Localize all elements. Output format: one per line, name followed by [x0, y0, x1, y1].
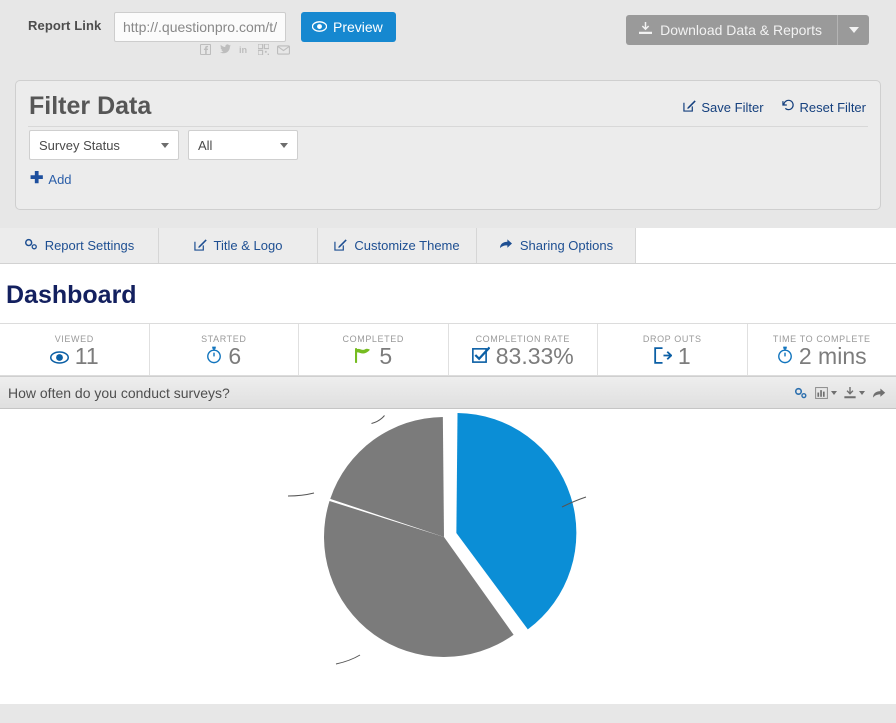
preview-button-label: Preview: [333, 19, 383, 35]
stat-viewed: VIEWED 11: [0, 324, 150, 375]
chart-bar-icon: [815, 386, 828, 399]
report-tabs: Report Settings Title & Logo Customize T…: [0, 228, 896, 264]
download-dropdown-toggle[interactable]: [838, 15, 869, 45]
qrcode-icon[interactable]: [257, 42, 270, 60]
chevron-down-icon: [859, 390, 865, 395]
download-data-reports-group: Download Data & Reports: [626, 15, 869, 45]
leader-line-quarterly: [287, 492, 315, 497]
gears-icon: [24, 238, 38, 253]
stat-time-to-complete-label: TIME TO COMPLETE: [772, 333, 871, 344]
chevron-down-icon: [831, 390, 837, 395]
page-title: Dashboard: [6, 281, 137, 309]
stat-completed: COMPLETED 5: [299, 324, 449, 375]
pencil-square-icon: [334, 238, 348, 254]
tab-report-settings-label: Report Settings: [44, 238, 135, 253]
tab-customize-theme[interactable]: Customize Theme: [318, 228, 477, 263]
svg-text:in: in: [239, 45, 248, 55]
chart-settings-button[interactable]: [794, 387, 808, 399]
download-data-reports-label: Download Data & Reports: [660, 22, 822, 38]
report-link-label: Report Link: [28, 18, 102, 33]
check-square-icon: [471, 345, 491, 368]
stat-started-value: 6: [228, 342, 242, 369]
chevron-down-icon: [848, 27, 859, 33]
filter-value-select[interactable]: All: [188, 130, 298, 160]
add-filter-button[interactable]: ✚ Add: [30, 171, 72, 187]
linkedin-icon[interactable]: in: [239, 42, 250, 60]
tab-title-logo[interactable]: Title & Logo: [159, 228, 318, 263]
stat-drop-outs-label: DROP OUTS: [642, 333, 702, 344]
tab-sharing-options-label: Sharing Options: [519, 238, 614, 253]
filter-value-value: All: [198, 137, 213, 153]
chart-share-button[interactable]: [872, 387, 886, 399]
tab-report-settings[interactable]: Report Settings: [0, 228, 159, 263]
chart-type-dropdown[interactable]: [815, 386, 837, 399]
preview-button[interactable]: Preview: [301, 12, 396, 42]
stat-viewed-label: VIEWED: [54, 333, 94, 344]
share-arrow-icon: [499, 238, 513, 253]
stat-completion-rate-value: 83.33%: [495, 342, 574, 369]
stat-time-to-complete-value: 2 mins: [798, 342, 867, 369]
eye-icon: [49, 345, 69, 368]
stat-started: STARTED 6: [150, 324, 299, 375]
facebook-icon[interactable]: [199, 42, 212, 60]
save-filter-label: Save Filter: [701, 99, 764, 115]
stat-drop-outs: DROP OUTS 1: [598, 324, 748, 375]
share-arrow-icon: [873, 387, 886, 398]
tabs-filler: [636, 228, 896, 263]
question-text: How often do you conduct surveys?: [8, 384, 230, 401]
email-icon[interactable]: [277, 42, 291, 60]
add-filter-label: Add: [48, 171, 72, 187]
stat-completed-value: 5: [379, 342, 393, 369]
pencil-square-icon: [683, 99, 697, 115]
stat-time-to-complete: TIME TO COMPLETE 2 mins: [748, 324, 896, 375]
tab-customize-theme-label: Customize Theme: [354, 238, 460, 253]
stat-started-label: STARTED: [201, 333, 247, 344]
eye-icon: [311, 19, 328, 35]
leader-line-monthly: [335, 654, 361, 665]
dashboard-section: Dashboard VIEWED 11 STARTED 6 COMPLETED: [0, 264, 896, 376]
download-data-reports-button[interactable]: Download Data & Reports: [626, 15, 838, 45]
reset-filter-label: Reset Filter: [799, 99, 866, 115]
filter-divider: [28, 126, 868, 127]
pencil-square-icon: [193, 238, 207, 254]
download-icon: [639, 22, 653, 38]
chevron-down-icon: [161, 142, 169, 148]
undo-icon: [781, 99, 795, 115]
twitter-icon[interactable]: [219, 42, 231, 60]
filter-field-select[interactable]: Survey Status: [29, 130, 179, 160]
pie-chart: [287, 412, 587, 665]
stopwatch-icon: [206, 345, 222, 368]
report-link-input[interactable]: [114, 12, 286, 42]
download-icon: [844, 386, 856, 398]
social-share-row: in: [199, 42, 291, 60]
pie-chart-area: Annually : 20.00% Quarterly : 0.00% Mont…: [0, 409, 896, 704]
flag-icon: [354, 345, 373, 368]
stopwatch-icon: [777, 345, 793, 368]
filter-actions: Save Filter Reset Filter: [683, 99, 866, 115]
tab-title-logo-label: Title & Logo: [213, 238, 283, 253]
question-toolbar: [794, 386, 886, 399]
stats-bar: VIEWED 11 STARTED 6 COMPLETED 5 COMPLETI…: [0, 323, 896, 376]
save-filter-button[interactable]: Save Filter: [683, 99, 764, 115]
stat-completion-rate-label: COMPLETION RATE: [475, 333, 570, 344]
leader-line-annually: [371, 415, 385, 424]
stat-viewed-value: 11: [74, 342, 99, 369]
signout-icon: [654, 345, 673, 368]
filter-field-value: Survey Status: [39, 137, 120, 153]
reset-filter-button[interactable]: Reset Filter: [781, 99, 866, 115]
stat-completed-label: COMPLETED: [342, 333, 404, 344]
gears-icon: [794, 387, 807, 398]
filter-data-panel: Filter Data Save Filter Reset Filter Sur…: [15, 80, 881, 210]
question-header: How often do you conduct surveys?: [0, 376, 896, 409]
filter-data-title: Filter Data: [29, 92, 152, 120]
top-toolbar: Report Link Preview in Download Data &: [0, 0, 896, 62]
chevron-down-icon: [280, 142, 288, 148]
chart-download-dropdown[interactable]: [844, 386, 865, 399]
stat-drop-outs-value: 1: [677, 342, 691, 369]
plus-icon: ✚: [30, 170, 44, 187]
stat-completion-rate: COMPLETION RATE 83.33%: [449, 324, 598, 375]
tab-sharing-options[interactable]: Sharing Options: [477, 228, 636, 263]
